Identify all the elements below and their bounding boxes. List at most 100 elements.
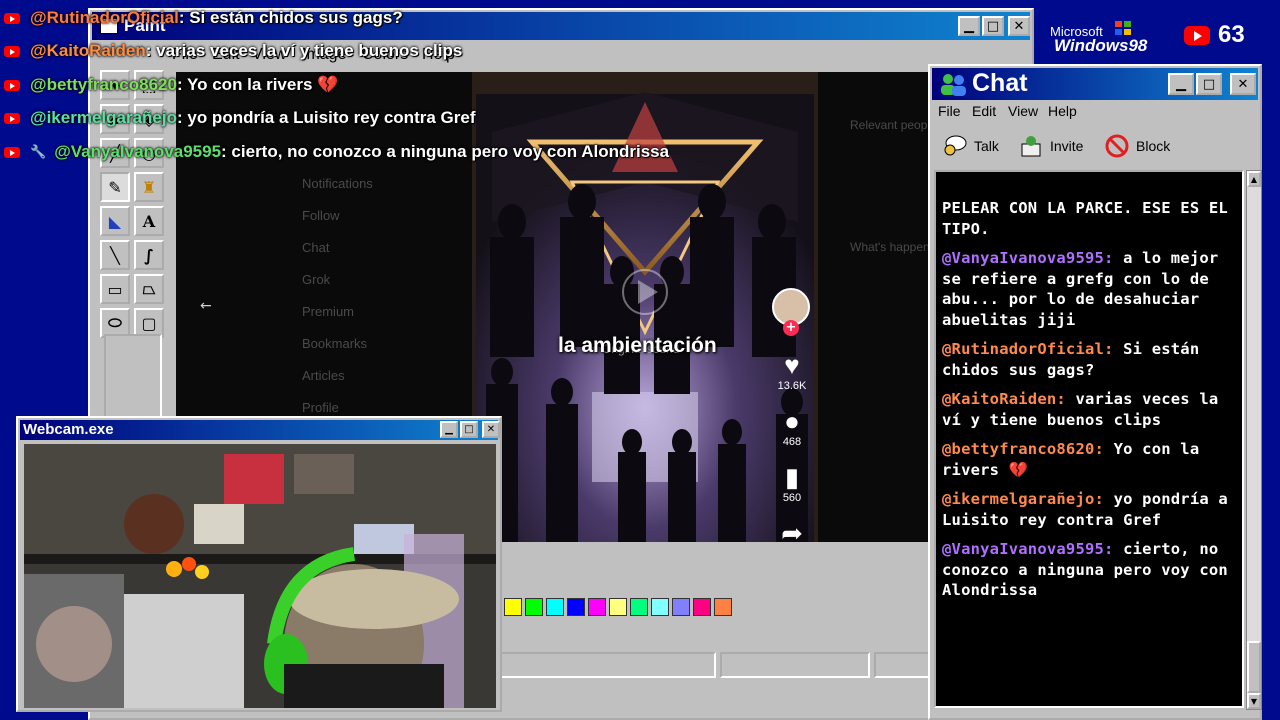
- webcam-close-button[interactable]: ✕: [482, 421, 500, 438]
- minimize-button[interactable]: ▁: [958, 16, 980, 36]
- color-swatch[interactable]: [714, 598, 732, 616]
- airbrush-tool[interactable]: ◣: [100, 206, 130, 236]
- line-tool[interactable]: ╲: [100, 240, 130, 270]
- nav-profile[interactable]: Profile: [302, 400, 339, 415]
- close-icon: ✕: [1237, 76, 1249, 92]
- scroll-thumb[interactable]: [1247, 641, 1261, 693]
- chat-message: @VanyaIvanova9595: a lo mejor se refiere…: [942, 248, 1236, 330]
- color-swatch[interactable]: [630, 598, 648, 616]
- nav-articles[interactable]: Articles: [302, 368, 345, 383]
- chat-message: @RutinadorOficial: Si están chidos sus g…: [942, 339, 1236, 380]
- overlay-chat-row: @bettyfranco8620 : Yo con la rivers 💔: [4, 71, 338, 99]
- youtube-icon: [4, 12, 20, 24]
- chat-menu-view[interactable]: View: [1008, 103, 1038, 119]
- video-caption: la ambientación: [558, 334, 717, 357]
- chat-close-button[interactable]: ✕: [1230, 73, 1256, 95]
- chat-menu-file[interactable]: File: [938, 103, 961, 119]
- color-swatch[interactable]: [525, 598, 543, 616]
- overlay-message: : varias veces la ví y tiene buenos clip…: [145, 41, 463, 60]
- talk-button[interactable]: Talk: [942, 132, 999, 160]
- nav-chat[interactable]: Chat: [302, 240, 329, 255]
- maximize-button[interactable]: □: [982, 16, 1004, 36]
- share-arrow-icon: ➦: [781, 518, 803, 542]
- line-icon: ╲: [110, 245, 120, 265]
- chat-message: @VanyaIvanova9595: cierto, no conozco a …: [942, 539, 1236, 601]
- nav-follow[interactable]: Follow: [302, 208, 340, 223]
- youtube-icon: [4, 146, 20, 158]
- color-swatch[interactable]: [546, 598, 564, 616]
- pencil-tool[interactable]: ✎: [100, 172, 130, 202]
- overlay-chat-row: @ikermelgarañejo : yo pondría a Luisito …: [4, 104, 475, 132]
- status-pane-coords: [720, 652, 870, 678]
- tool-options-box[interactable]: [104, 334, 162, 424]
- chat-message-text: PELEAR CON LA PARCE. ESE ES EL TIPO.: [942, 199, 1228, 238]
- overlay-chat-row: @KaitoRaiden : varias veces la ví y tien…: [4, 37, 462, 65]
- comment-count: 468: [782, 436, 802, 448]
- chat-maximize-button[interactable]: □: [1196, 73, 1222, 95]
- back-arrow-icon[interactable]: ←: [200, 298, 212, 314]
- wrench-icon: 🔧: [30, 144, 47, 159]
- chat-scrollbar[interactable]: ▲ ▼: [1246, 170, 1262, 710]
- windows98-logo: Microsoft Windows98: [1046, 20, 1176, 56]
- close-button[interactable]: ✕: [1008, 16, 1030, 36]
- overlay-chat-row: 🔧 @VanyaIvanova9595 : cierto, no conozco…: [4, 138, 669, 166]
- like-action[interactable]: ♥ 13.6K: [772, 350, 812, 392]
- chat-message: @ikermelgarañejo: yo pondría a Luisito r…: [942, 489, 1236, 530]
- comment-action[interactable]: ● 468: [772, 406, 812, 448]
- overlay-message: : Yo con la rivers 💔: [176, 75, 339, 94]
- curve-tool[interactable]: ∫: [134, 240, 164, 270]
- chat-title: Chat: [972, 69, 1028, 97]
- chat-titlebar[interactable]: Chat ▁ □ ✕: [932, 68, 1258, 100]
- windows-flag-icon: [1115, 21, 1131, 35]
- rectangle-tool[interactable]: ▭: [100, 274, 130, 304]
- webcam-maximize-button[interactable]: □: [460, 421, 478, 438]
- brush-icon: ♜: [141, 177, 157, 197]
- maximize-icon: □: [986, 18, 1000, 34]
- chat-username: @VanyaIvanova9595:: [942, 540, 1114, 558]
- nav-notifications[interactable]: Notifications: [302, 176, 373, 191]
- nav-premium[interactable]: Premium: [302, 304, 354, 319]
- color-swatch[interactable]: [588, 598, 606, 616]
- youtube-icon: [4, 112, 20, 124]
- minimize-icon: ▁: [1176, 76, 1186, 92]
- color-swatch[interactable]: [609, 598, 627, 616]
- polygon-tool[interactable]: ⏢: [134, 274, 164, 304]
- close-icon: ✕: [486, 424, 496, 435]
- share-action[interactable]: ➦: [772, 518, 812, 542]
- chat-minimize-button[interactable]: ▁: [1168, 73, 1194, 95]
- nav-grok[interactable]: Grok: [302, 272, 330, 287]
- chat-menubar: File Edit View Help: [932, 102, 1258, 122]
- minimize-icon: ▁: [964, 18, 974, 34]
- chat-menu-edit[interactable]: Edit: [972, 103, 996, 119]
- color-swatch[interactable]: [504, 598, 522, 616]
- overlay-chat-row: @RutinadorOficial : Si están chidos sus …: [4, 4, 403, 32]
- block-icon: [1105, 134, 1129, 158]
- brush-tool[interactable]: ♜: [134, 172, 164, 202]
- chat-log[interactable]: PELEAR CON LA PARCE. ESE ES EL TIPO. @Va…: [934, 170, 1244, 708]
- color-swatch[interactable]: [693, 598, 711, 616]
- like-count: 13.6K: [777, 380, 807, 392]
- nav-bookmarks[interactable]: Bookmarks: [302, 336, 367, 351]
- chat-menu-help[interactable]: Help: [1048, 103, 1077, 119]
- scroll-up-button[interactable]: ▲: [1247, 171, 1261, 187]
- chat-toolbar: Talk Invite Block: [932, 126, 1258, 166]
- chat-message: @KaitoRaiden: varias veces la ví y tiene…: [942, 389, 1236, 430]
- chat-window: Chat ▁ □ ✕ File Edit View Help Talk Invi…: [928, 64, 1262, 720]
- color-swatch[interactable]: [567, 598, 585, 616]
- follow-plus-icon[interactable]: +: [783, 320, 799, 336]
- webcam-minimize-button[interactable]: ▁: [440, 421, 458, 438]
- overlay-username: @KaitoRaiden: [30, 41, 146, 60]
- arrow-down-icon: ▼: [1250, 696, 1258, 706]
- webcam-titlebar[interactable]: Webcam.exe ▁ □ ✕: [20, 420, 500, 440]
- webcam-title: Webcam.exe: [23, 421, 114, 438]
- block-button[interactable]: Block: [1104, 132, 1170, 160]
- invite-button[interactable]: Invite: [1018, 132, 1083, 160]
- people-icon: [941, 74, 966, 96]
- text-tool[interactable]: A: [134, 206, 164, 236]
- save-action[interactable]: ▮ 560: [772, 462, 812, 504]
- viewer-count: 63: [1218, 21, 1245, 48]
- color-swatch[interactable]: [672, 598, 690, 616]
- color-swatch[interactable]: [651, 598, 669, 616]
- invite-icon: [1021, 136, 1041, 157]
- scroll-down-button[interactable]: ▼: [1247, 693, 1261, 709]
